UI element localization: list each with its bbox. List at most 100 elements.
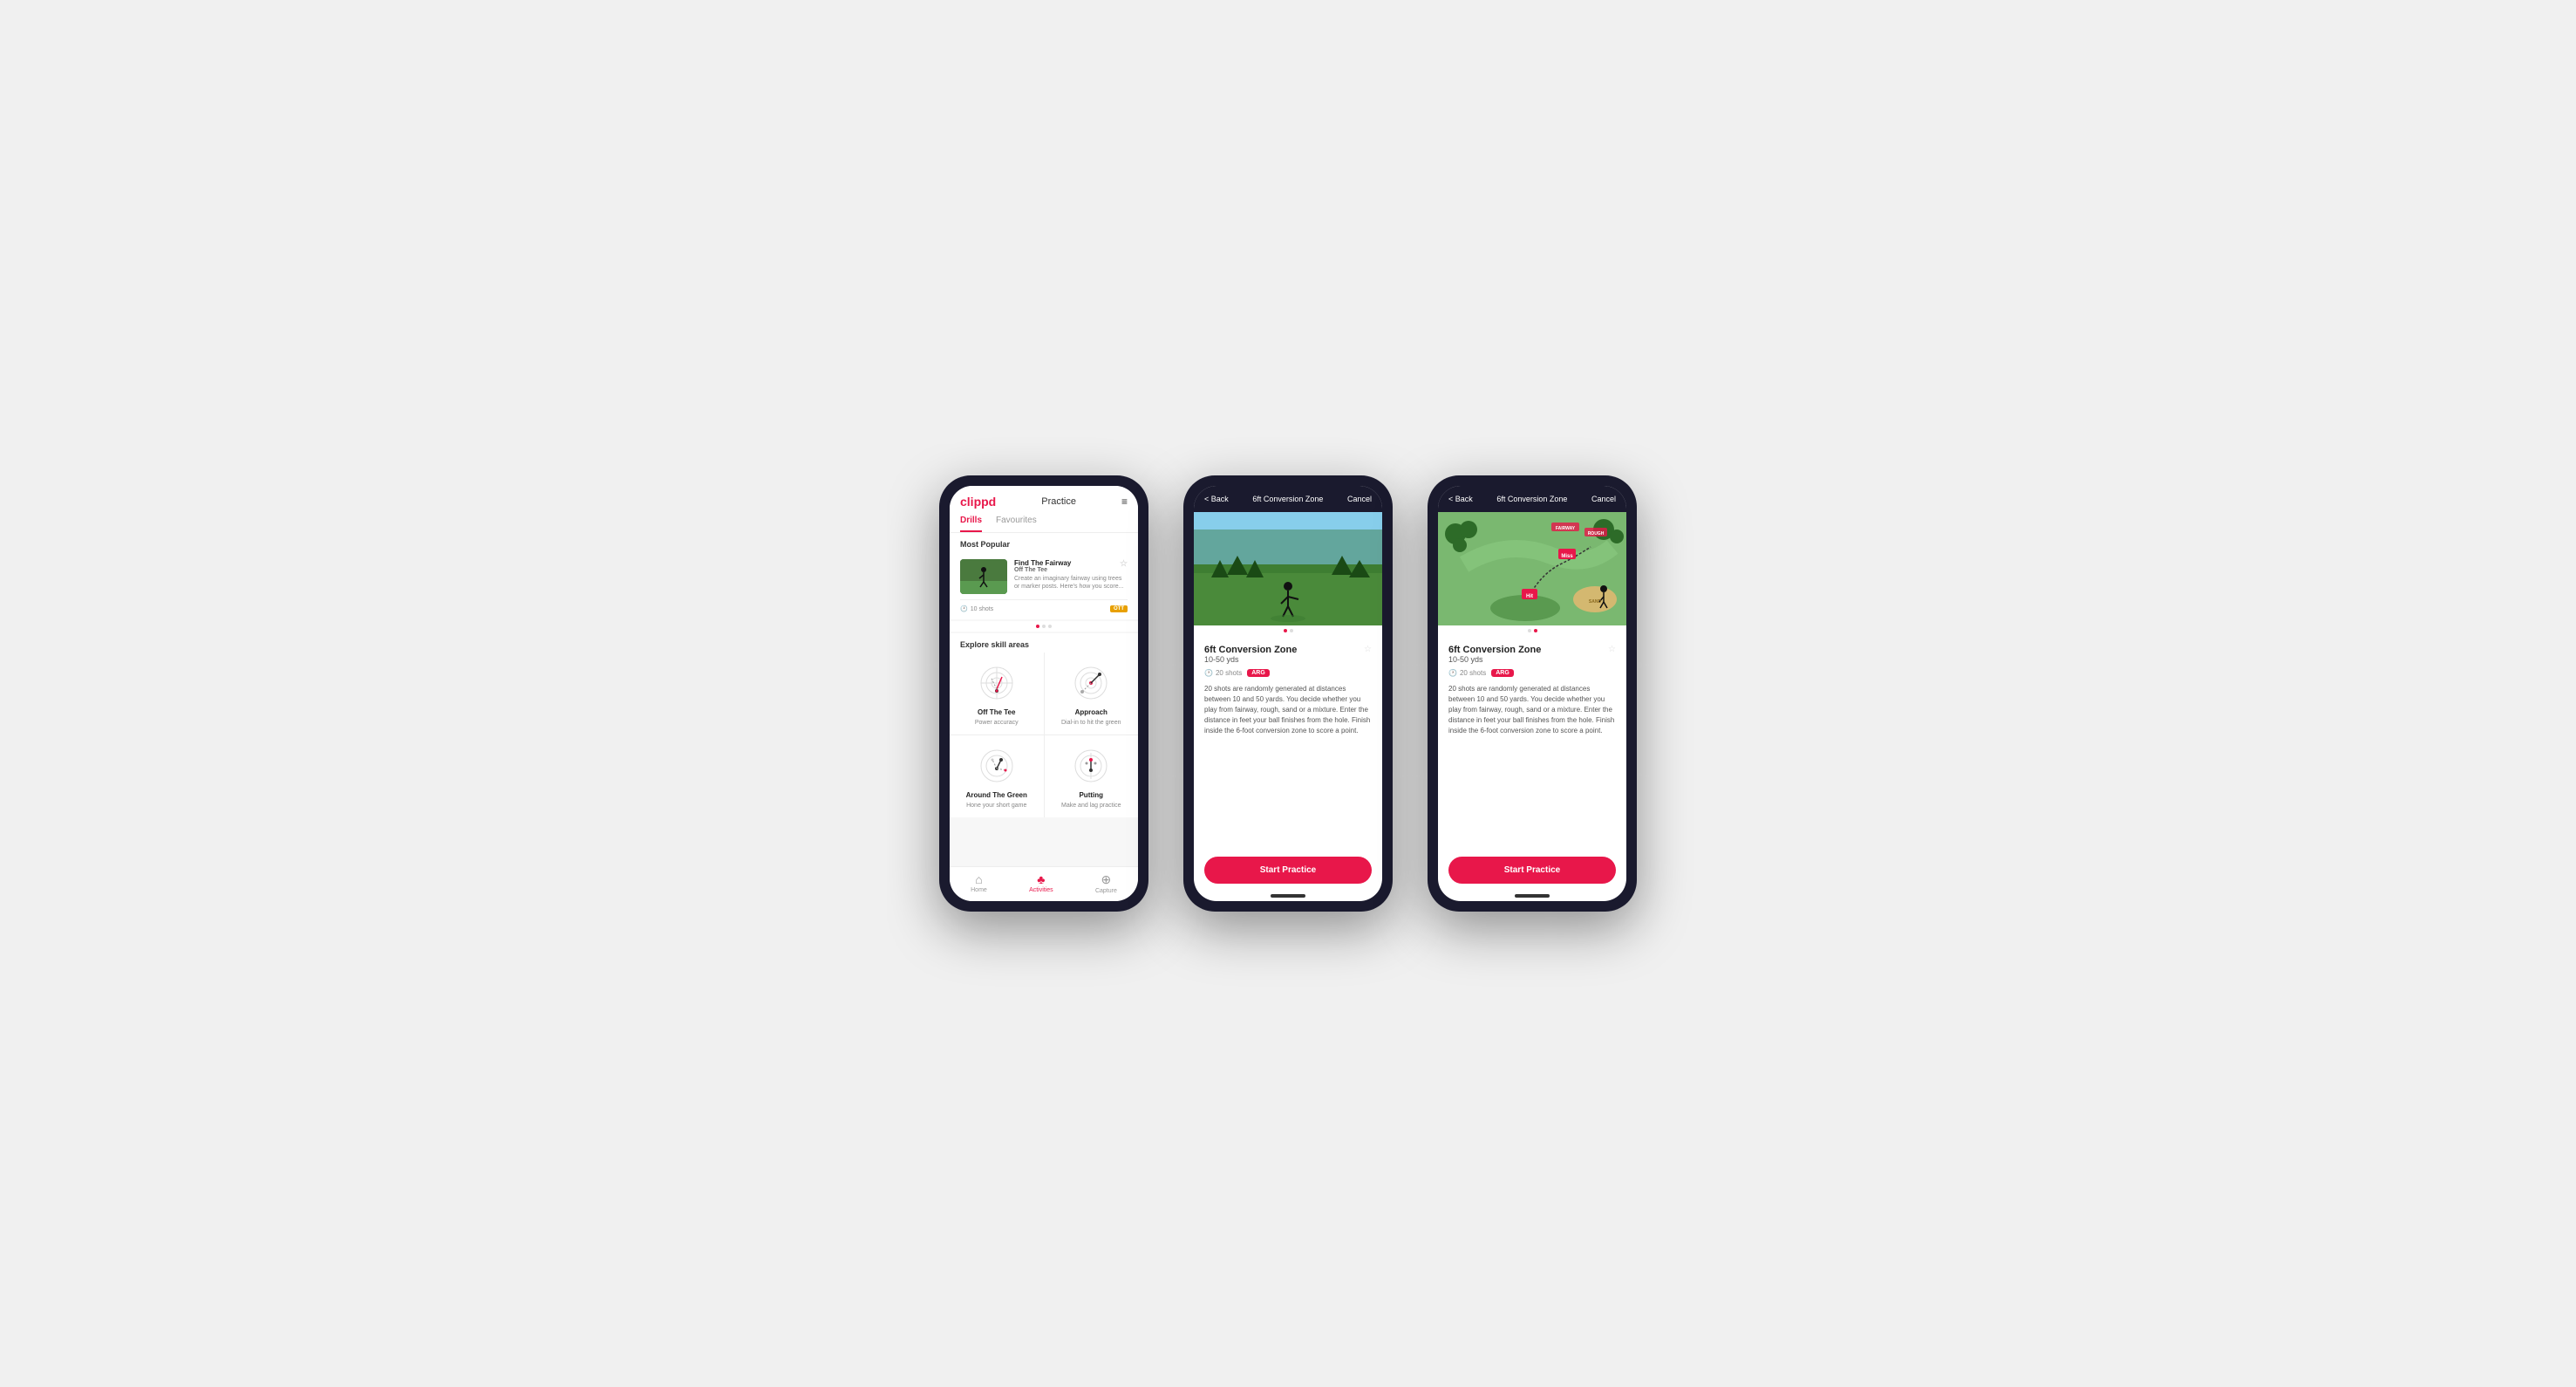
drill-info: Find The Fairway Off The Tee ☆ Create an… (1014, 559, 1128, 591)
arg-badge-3: ARG (1491, 669, 1514, 677)
drill-range: 10-50 yds (1204, 655, 1297, 664)
favourite-star-icon-3[interactable]: ☆ (1608, 645, 1616, 654)
tab-drills[interactable]: Drills (960, 516, 982, 532)
image-dots-3 (1438, 625, 1626, 636)
img-dot-3-2 (1534, 629, 1537, 632)
img-dot-1 (1284, 629, 1287, 632)
skill-card-approach[interactable]: Approach Dial-in to hit the green (1045, 653, 1139, 734)
app-logo: clippd (960, 495, 996, 509)
skill-name-ott: Off The Tee (978, 708, 1015, 716)
carousel-dots (950, 621, 1138, 632)
skill-desc-approach: Dial-in to hit the green (1061, 720, 1121, 726)
nav-activities-label: Activities (1029, 887, 1053, 893)
approach-icon (1069, 661, 1113, 705)
svg-text:ROUGH: ROUGH (1588, 531, 1605, 536)
back-button-3[interactable]: < Back (1448, 495, 1473, 503)
back-button[interactable]: < Back (1204, 495, 1229, 503)
explore-label: Explore skill areas (950, 633, 1138, 653)
nav-capture[interactable]: ⊕ Capture (1095, 872, 1117, 894)
cancel-button-3[interactable]: Cancel (1591, 495, 1616, 503)
clock-icon-3: 🕐 (1448, 669, 1457, 677)
favourite-star-icon[interactable]: ☆ (1364, 645, 1372, 654)
svg-text:Hit: Hit (1526, 594, 1533, 599)
dot-3 (1048, 625, 1052, 628)
home-indicator (1271, 894, 1305, 898)
drill-meta: 🕐 10 shots OTT (960, 599, 1128, 612)
nav-home-label: Home (971, 887, 987, 893)
shots-info: 🕐 10 shots (960, 605, 993, 612)
cancel-button[interactable]: Cancel (1347, 495, 1372, 503)
drill-main-title: 6ft Conversion Zone (1204, 645, 1297, 655)
drill-title: Find The Fairway Off The Tee ☆ (1014, 559, 1128, 575)
most-popular-label: Most Popular (950, 533, 1138, 552)
shots-count-3: 🕐 20 shots (1448, 669, 1486, 677)
arg-badge: ARG (1247, 669, 1270, 677)
nav-home[interactable]: ⌂ Home (971, 872, 987, 894)
home-indicator-3 (1515, 894, 1550, 898)
drill-description: Create an imaginary fairway using trees … (1014, 575, 1128, 591)
skill-grid: Off The Tee Power accuracy (950, 653, 1138, 817)
phone-1: clippd Practice ≡ Drills Favourites Most… (939, 475, 1148, 912)
detail-header-3: < Back 6ft Conversion Zone Cancel (1438, 486, 1626, 512)
svg-text:FAIRWAY: FAIRWAY (1556, 526, 1576, 531)
nav-activities[interactable]: ♣ Activities (1029, 872, 1053, 894)
dot-1 (1036, 625, 1039, 628)
drill-map: Hit Miss SAND FAIRWAY ROUGH (1438, 512, 1626, 625)
drill-shots-row: 🕐 20 shots ARG (1204, 669, 1372, 677)
start-practice-button-3[interactable]: Start Practice (1448, 857, 1616, 884)
ott-badge: OTT (1110, 605, 1128, 612)
phone-3-screen: < Back 6ft Conversion Zone Cancel (1438, 486, 1626, 901)
img-dot-2 (1290, 629, 1293, 632)
skill-desc-atg: Hone your short game (966, 803, 1026, 809)
skill-desc-ott: Power accuracy (975, 720, 1019, 726)
img-dot-3-1 (1528, 629, 1531, 632)
menu-icon[interactable]: ≡ (1121, 495, 1128, 508)
phone-3: < Back 6ft Conversion Zone Cancel (1428, 475, 1637, 912)
drill-description-3: 20 shots are randomly generated at dista… (1448, 684, 1616, 736)
skill-name-atg: Around The Green (966, 791, 1027, 799)
putting-icon (1069, 744, 1113, 788)
phone-2: < Back 6ft Conversion Zone Cancel (1183, 475, 1393, 912)
activities-icon: ♣ (1037, 872, 1045, 886)
shots-count: 🕐 20 shots (1204, 669, 1242, 677)
image-dots (1194, 625, 1382, 636)
clock-icon-2: 🕐 (1204, 669, 1213, 677)
skill-name-approach: Approach (1075, 708, 1107, 716)
svg-text:SAND: SAND (1589, 599, 1602, 605)
phone-1-screen: clippd Practice ≡ Drills Favourites Most… (950, 486, 1138, 901)
nav-title: Practice (1041, 496, 1076, 507)
tab-bar: Drills Favourites (960, 516, 1128, 532)
detail-title-3: 6ft Conversion Zone (1496, 495, 1567, 503)
detail-title: 6ft Conversion Zone (1252, 495, 1323, 503)
detail-content-3: 6ft Conversion Zone 10-50 yds ☆ 🕐 20 sho… (1438, 636, 1626, 850)
clock-icon: 🕐 (960, 605, 968, 612)
drill-thumbnail (960, 559, 1007, 594)
detail-header-2: < Back 6ft Conversion Zone Cancel (1194, 486, 1382, 512)
drill-description-2: 20 shots are randomly generated at dista… (1204, 684, 1372, 736)
skill-card-putting[interactable]: Putting Make and lag practice (1045, 735, 1139, 817)
skill-name-putting: Putting (1079, 791, 1103, 799)
dot-2 (1042, 625, 1046, 628)
drill-shots-row-3: 🕐 20 shots ARG (1448, 669, 1616, 677)
detail-content-2: 6ft Conversion Zone 10-50 yds ☆ 🕐 20 sho… (1194, 636, 1382, 850)
featured-drill-card[interactable]: Find The Fairway Off The Tee ☆ Create an… (950, 552, 1138, 619)
drill-main-title-3: 6ft Conversion Zone (1448, 645, 1541, 655)
drill-range-3: 10-50 yds (1448, 655, 1541, 664)
phone-2-screen: < Back 6ft Conversion Zone Cancel (1194, 486, 1382, 901)
skill-card-atg[interactable]: Around The Green Hone your short game (950, 735, 1044, 817)
drill-subtitle: Off The Tee (1014, 567, 1071, 573)
bottom-nav: ⌂ Home ♣ Activities ⊕ Capture (950, 866, 1138, 901)
tab-favourites[interactable]: Favourites (996, 516, 1037, 532)
capture-icon: ⊕ (1101, 872, 1112, 887)
start-practice-button[interactable]: Start Practice (1204, 857, 1372, 884)
svg-text:Miss: Miss (1561, 554, 1573, 559)
atg-icon (975, 744, 1019, 788)
phone-1-content: Most Popular (950, 533, 1138, 866)
home-icon: ⌂ (975, 872, 982, 886)
drill-photo (1194, 512, 1382, 625)
skill-desc-putting: Make and lag practice (1061, 803, 1121, 809)
favourite-icon[interactable]: ☆ (1120, 559, 1128, 575)
phone-1-header: clippd Practice ≡ Drills Favourites (950, 486, 1138, 533)
nav-capture-label: Capture (1095, 888, 1117, 894)
skill-card-off-the-tee[interactable]: Off The Tee Power accuracy (950, 653, 1044, 734)
